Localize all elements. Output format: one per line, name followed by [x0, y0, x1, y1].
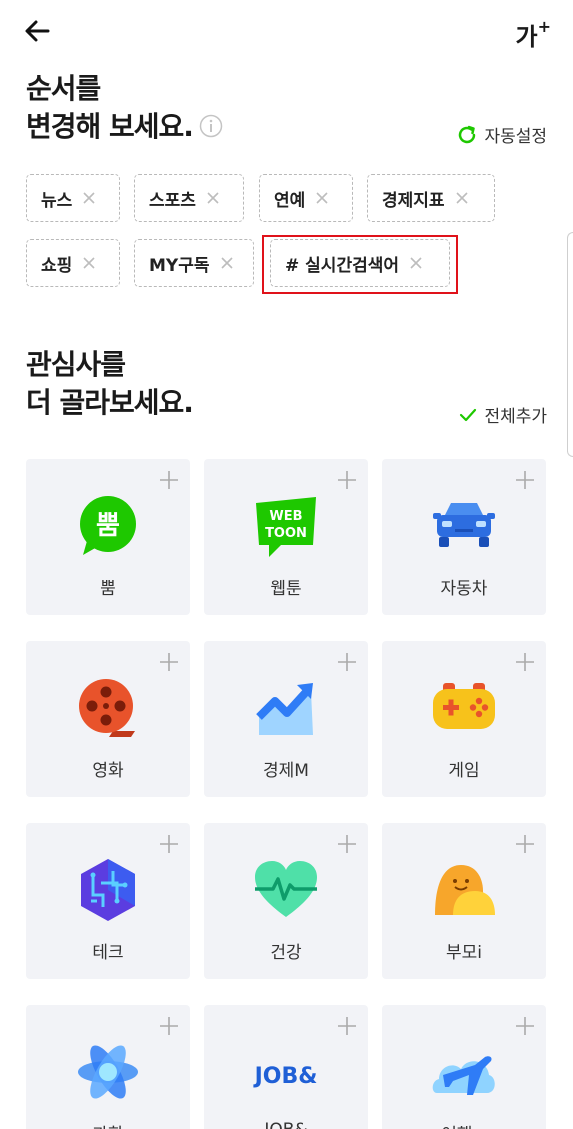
card-label: 자동차	[440, 579, 488, 599]
tab-chip-entertainment[interactable]: 연예	[259, 174, 353, 222]
tech-chip-icon	[81, 859, 135, 921]
card-label: 웹툰	[270, 579, 302, 599]
tab-chip-my-subscription[interactable]: MY구독	[134, 239, 254, 287]
plus-icon[interactable]	[336, 833, 358, 855]
plus-icon[interactable]	[514, 651, 536, 673]
order-title-line2: 변경해 보세요.	[26, 110, 194, 143]
bbum-icon: 뿜	[80, 496, 136, 555]
scrollbar[interactable]	[567, 232, 573, 457]
add-all-label: 전체추가	[484, 407, 547, 427]
card-label: 영화	[92, 761, 124, 781]
plus-icon[interactable]	[158, 1015, 180, 1037]
order-title-line1: 순서를	[26, 72, 101, 105]
interest-card-economy[interactable]: 경제M	[204, 641, 368, 797]
car-icon	[433, 503, 495, 547]
plus-icon[interactable]	[336, 1015, 358, 1037]
plus-icon[interactable]	[336, 651, 358, 673]
svg-text:뿜: 뿜	[96, 511, 120, 541]
chip-label: 뉴스	[41, 190, 73, 211]
chip-label: MY구독	[149, 255, 210, 276]
gamepad-icon	[433, 683, 495, 729]
plus-icon[interactable]	[158, 833, 180, 855]
top-bar: 가+	[0, 0, 573, 62]
chip-label: 연예	[274, 190, 306, 211]
plus-icon[interactable]	[514, 469, 536, 491]
back-button[interactable]	[20, 14, 54, 48]
font-size-label: 가	[515, 23, 538, 51]
interest-card-job[interactable]: JOB& JOB&	[204, 1005, 368, 1129]
svg-text:WEB: WEB	[269, 509, 302, 524]
info-icon[interactable]	[199, 114, 223, 138]
back-arrow-icon	[25, 20, 50, 42]
tab-chip-news[interactable]: 뉴스	[26, 174, 120, 222]
svg-text:TOON: TOON	[265, 526, 307, 541]
film-reel-icon	[79, 679, 135, 737]
interests-heading: 관심사를 더 골라보세요.	[26, 346, 194, 422]
plus-icon[interactable]	[158, 469, 180, 491]
airplane-cloud-icon	[432, 1056, 495, 1095]
font-size-button[interactable]: 가+	[515, 14, 552, 51]
plus-icon[interactable]	[514, 1015, 536, 1037]
add-all-button[interactable]: 전체추가	[458, 402, 547, 427]
card-label: 게임	[448, 761, 480, 781]
tab-chip-shopping[interactable]: 쇼핑	[26, 239, 120, 287]
remove-icon[interactable]	[206, 191, 220, 205]
card-label: 과학	[26, 1120, 190, 1129]
card-label: 부모i	[445, 943, 482, 963]
card-label: 여행+	[382, 1120, 546, 1129]
interest-card-webtoon[interactable]: WEB TOON 웹툰	[204, 459, 368, 615]
check-icon	[460, 408, 477, 421]
remove-icon[interactable]	[315, 191, 329, 205]
tab-chip-economy-index[interactable]: 경제지표	[367, 174, 495, 222]
card-label: 경제M	[263, 761, 309, 781]
svg-text:JOB&: JOB&	[253, 1064, 318, 1089]
chip-label: 쇼핑	[41, 255, 73, 276]
interest-card-health[interactable]: 건강	[204, 823, 368, 979]
auto-setting-button[interactable]: 자동설정	[456, 122, 547, 147]
interest-card-travel[interactable]: 여행+	[382, 1005, 546, 1129]
remove-icon[interactable]	[220, 256, 234, 270]
webtoon-icon: WEB TOON	[256, 497, 316, 557]
interest-card-science[interactable]: 과학	[26, 1005, 190, 1129]
card-label: 테크	[92, 943, 124, 963]
interest-card-tech[interactable]: 테크	[26, 823, 190, 979]
interest-card-parenting[interactable]: 부모i	[382, 823, 546, 979]
chip-label: 스포츠	[149, 190, 196, 211]
remove-icon[interactable]	[455, 191, 469, 205]
atom-icon	[78, 1045, 138, 1099]
interest-card-game[interactable]: 게임	[382, 641, 546, 797]
order-heading: 순서를 변경해 보세요.	[26, 70, 223, 146]
parent-child-icon	[435, 865, 495, 915]
job-logo-icon: JOB&	[253, 1064, 318, 1089]
interest-card-bbum[interactable]: 뿜 뿜	[26, 459, 190, 615]
remove-icon[interactable]	[82, 191, 96, 205]
economy-chart-icon	[256, 683, 313, 735]
interests-title-line1: 관심사를	[26, 348, 126, 381]
interest-card-movie[interactable]: 영화	[26, 641, 190, 797]
interests-title-line2: 더 골라보세요.	[26, 386, 194, 419]
card-label: JOB&	[204, 1120, 368, 1129]
tab-chip-sports[interactable]: 스포츠	[134, 174, 244, 222]
card-label: 건강	[270, 943, 302, 963]
interest-card-car[interactable]: 자동차	[382, 459, 546, 615]
auto-setting-label: 자동설정	[484, 127, 547, 147]
plus-icon[interactable]	[336, 469, 358, 491]
chip-label: 경제지표	[382, 190, 445, 211]
refresh-icon	[459, 125, 476, 143]
heart-pulse-icon	[255, 861, 317, 917]
remove-icon[interactable]	[82, 256, 96, 270]
plus-icon[interactable]	[158, 651, 180, 673]
font-size-plus: +	[537, 17, 551, 36]
plus-icon[interactable]	[514, 833, 536, 855]
highlight-box	[262, 235, 458, 294]
card-label: 뿜	[100, 579, 116, 599]
